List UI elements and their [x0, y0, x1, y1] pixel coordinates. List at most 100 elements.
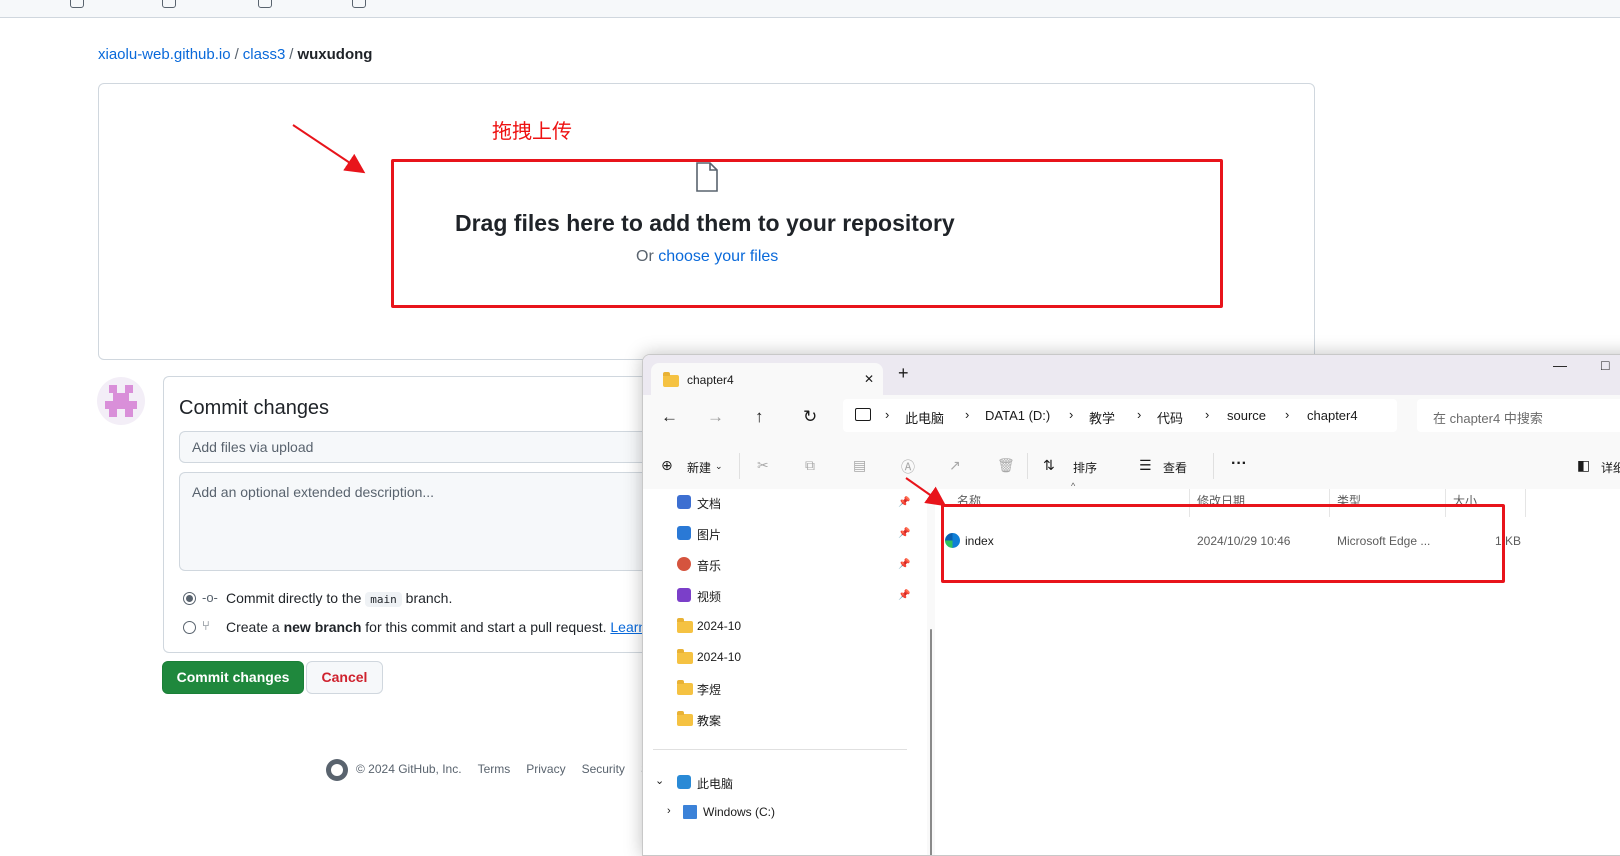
music-icon [677, 557, 691, 571]
address-segment[interactable]: DATA1 (D:) [985, 408, 1050, 423]
chevron-down-icon[interactable]: ⌄ [655, 774, 664, 787]
choose-files-link[interactable]: choose your files [658, 248, 778, 265]
details-button[interactable]: 详细 [1601, 459, 1620, 476]
delete-icon[interactable]: 🗑 [997, 457, 1015, 474]
commit-description-input[interactable]: Add an optional extended description... [179, 472, 670, 571]
dropzone-subtitle: Or choose your files [636, 248, 778, 266]
address-separator: › [965, 407, 970, 422]
commit-icon: -o- [202, 590, 218, 605]
nav-item-documents[interactable]: 文档 [697, 495, 721, 512]
address-bar[interactable]: › 此电脑 › DATA1 (D:) › 教学 › 代码 › source › … [843, 399, 1397, 432]
computer-icon [855, 408, 871, 421]
new-branch-option: Create a new branch for this commit and … [226, 619, 646, 635]
nav-item-videos[interactable]: 视频 [697, 588, 721, 605]
breadcrumb-separator: / [234, 46, 239, 63]
details-pane-icon[interactable]: ◧ [1577, 457, 1590, 474]
cancel-button[interactable]: Cancel [306, 661, 383, 694]
column-divider[interactable] [1525, 489, 1526, 517]
nav-scrollbar[interactable] [927, 489, 935, 855]
new-branch-suffix: for this commit and start a pull request… [365, 619, 607, 635]
breadcrumb: xiaolu-web.github.io / class3/wuxudong [98, 46, 372, 63]
pin-icon[interactable]: 📌 [898, 497, 910, 508]
pin-icon[interactable]: 📌 [898, 528, 910, 539]
pictures-icon [677, 526, 691, 540]
address-segment[interactable]: 此电脑 [905, 408, 944, 427]
nav-scroll-thumb[interactable] [930, 629, 932, 855]
pull-request-icon: ⑂ [202, 618, 210, 633]
nav-item-folder[interactable]: 2024-10 [697, 650, 741, 664]
sort-button[interactable]: 排序 [1073, 459, 1097, 476]
explorer-titlebar: chapter4 ✕ + — □ [643, 355, 1620, 396]
refresh-icon[interactable]: ↻ [803, 407, 817, 427]
github-logo-icon[interactable] [326, 759, 348, 781]
projects-icon[interactable] [162, 0, 176, 8]
nav-item-folder[interactable]: 李煜 [697, 681, 721, 698]
new-icon[interactable]: ⊕ [661, 457, 673, 474]
address-segment[interactable]: chapter4 [1307, 408, 1358, 423]
commit-direct-radio[interactable] [183, 592, 196, 605]
explorer-file-list: 名称 ^ 修改日期 类型 大小 index 2024/10/29 10:46 M… [935, 481, 1620, 855]
footer-security-link[interactable]: Security [582, 762, 625, 776]
explorer-tab[interactable]: chapter4 ✕ [651, 363, 883, 396]
paste-icon[interactable]: ▤ [853, 457, 866, 474]
minimize-icon[interactable]: — [1553, 357, 1567, 373]
forward-icon[interactable]: → [707, 407, 724, 427]
search-input[interactable]: 在 chapter4 中搜索 [1417, 399, 1620, 432]
insights-icon[interactable] [352, 0, 366, 8]
sort-icon[interactable]: ⇅ [1043, 457, 1055, 474]
more-options-icon[interactable]: ··· [1231, 455, 1247, 473]
new-tab-icon[interactable]: + [898, 363, 909, 384]
commit-description-placeholder: Add an optional extended description... [192, 484, 435, 500]
pin-icon[interactable]: 📌 [898, 559, 910, 570]
nav-item-music[interactable]: 音乐 [697, 557, 721, 574]
maximize-icon[interactable]: □ [1601, 357, 1609, 373]
commit-changes-button[interactable]: Commit changes [162, 661, 304, 694]
videos-icon [677, 588, 691, 602]
learn-more-link[interactable]: Learn [610, 619, 646, 635]
identicon-icon [105, 385, 137, 417]
address-segment[interactable]: source [1227, 408, 1266, 423]
footer-terms-link[interactable]: Terms [478, 762, 511, 776]
issues-icon[interactable] [70, 0, 84, 8]
breadcrumb-separator: / [289, 46, 294, 63]
copy-icon[interactable]: ⧉ [805, 457, 815, 474]
nav-item-pictures[interactable]: 图片 [697, 526, 721, 543]
nav-item-folder[interactable]: 2024-10 [697, 619, 741, 633]
footer-privacy-link[interactable]: Privacy [526, 762, 565, 776]
drag-upload-annotation: 拖拽上传 [492, 119, 572, 143]
chevron-down-icon[interactable]: ⌄ [715, 461, 723, 472]
rename-icon[interactable]: Ⓐ [901, 457, 915, 477]
breadcrumb-owner-link[interactable]: xiaolu-web.github.io [98, 46, 231, 63]
commit-summary-input[interactable]: Add files via upload [179, 431, 670, 463]
new-branch-radio[interactable] [183, 621, 196, 634]
divider [739, 453, 740, 479]
avatar[interactable] [97, 377, 145, 425]
address-segment[interactable]: 代码 [1157, 408, 1183, 427]
view-button[interactable]: 查看 [1163, 459, 1187, 476]
breadcrumb-repo-link[interactable]: class3 [243, 46, 286, 63]
back-icon[interactable]: ← [661, 407, 678, 427]
footer-copyright: © 2024 GitHub, Inc. [356, 762, 462, 777]
file-explorer-window: chapter4 ✕ + — □ ← → ↑ ↻ › 此电脑 › DATA1 (… [642, 354, 1620, 856]
file-icon [696, 162, 718, 192]
pin-icon[interactable]: 📌 [898, 590, 910, 601]
dropzone-title: Drag files here to add them to your repo… [455, 210, 955, 236]
security-icon[interactable] [258, 0, 272, 8]
chevron-right-icon[interactable]: › [667, 805, 671, 817]
new-button[interactable]: 新建 [687, 459, 711, 476]
nav-item-this-pc[interactable]: 此电脑 [697, 775, 733, 792]
close-icon[interactable]: ✕ [864, 372, 874, 386]
divider [653, 749, 907, 750]
view-icon[interactable]: ☰ [1139, 457, 1152, 474]
explorer-navbar: ← → ↑ ↻ › 此电脑 › DATA1 (D:) › 教学 › 代码 › s… [643, 395, 1620, 443]
commit-direct-prefix: Commit directly to the [226, 590, 362, 606]
share-icon[interactable]: ↗ [949, 457, 961, 474]
folder-icon [677, 711, 693, 726]
dropzone-or-text: Or [636, 248, 654, 265]
up-icon[interactable]: ↑ [755, 407, 764, 427]
cut-icon[interactable]: ✂ [757, 457, 769, 474]
address-segment[interactable]: 教学 [1089, 408, 1115, 427]
github-topbar [0, 0, 1620, 18]
nav-item-folder[interactable]: 教案 [697, 712, 721, 729]
nav-item-drive-c[interactable]: Windows (C:) [703, 805, 775, 819]
